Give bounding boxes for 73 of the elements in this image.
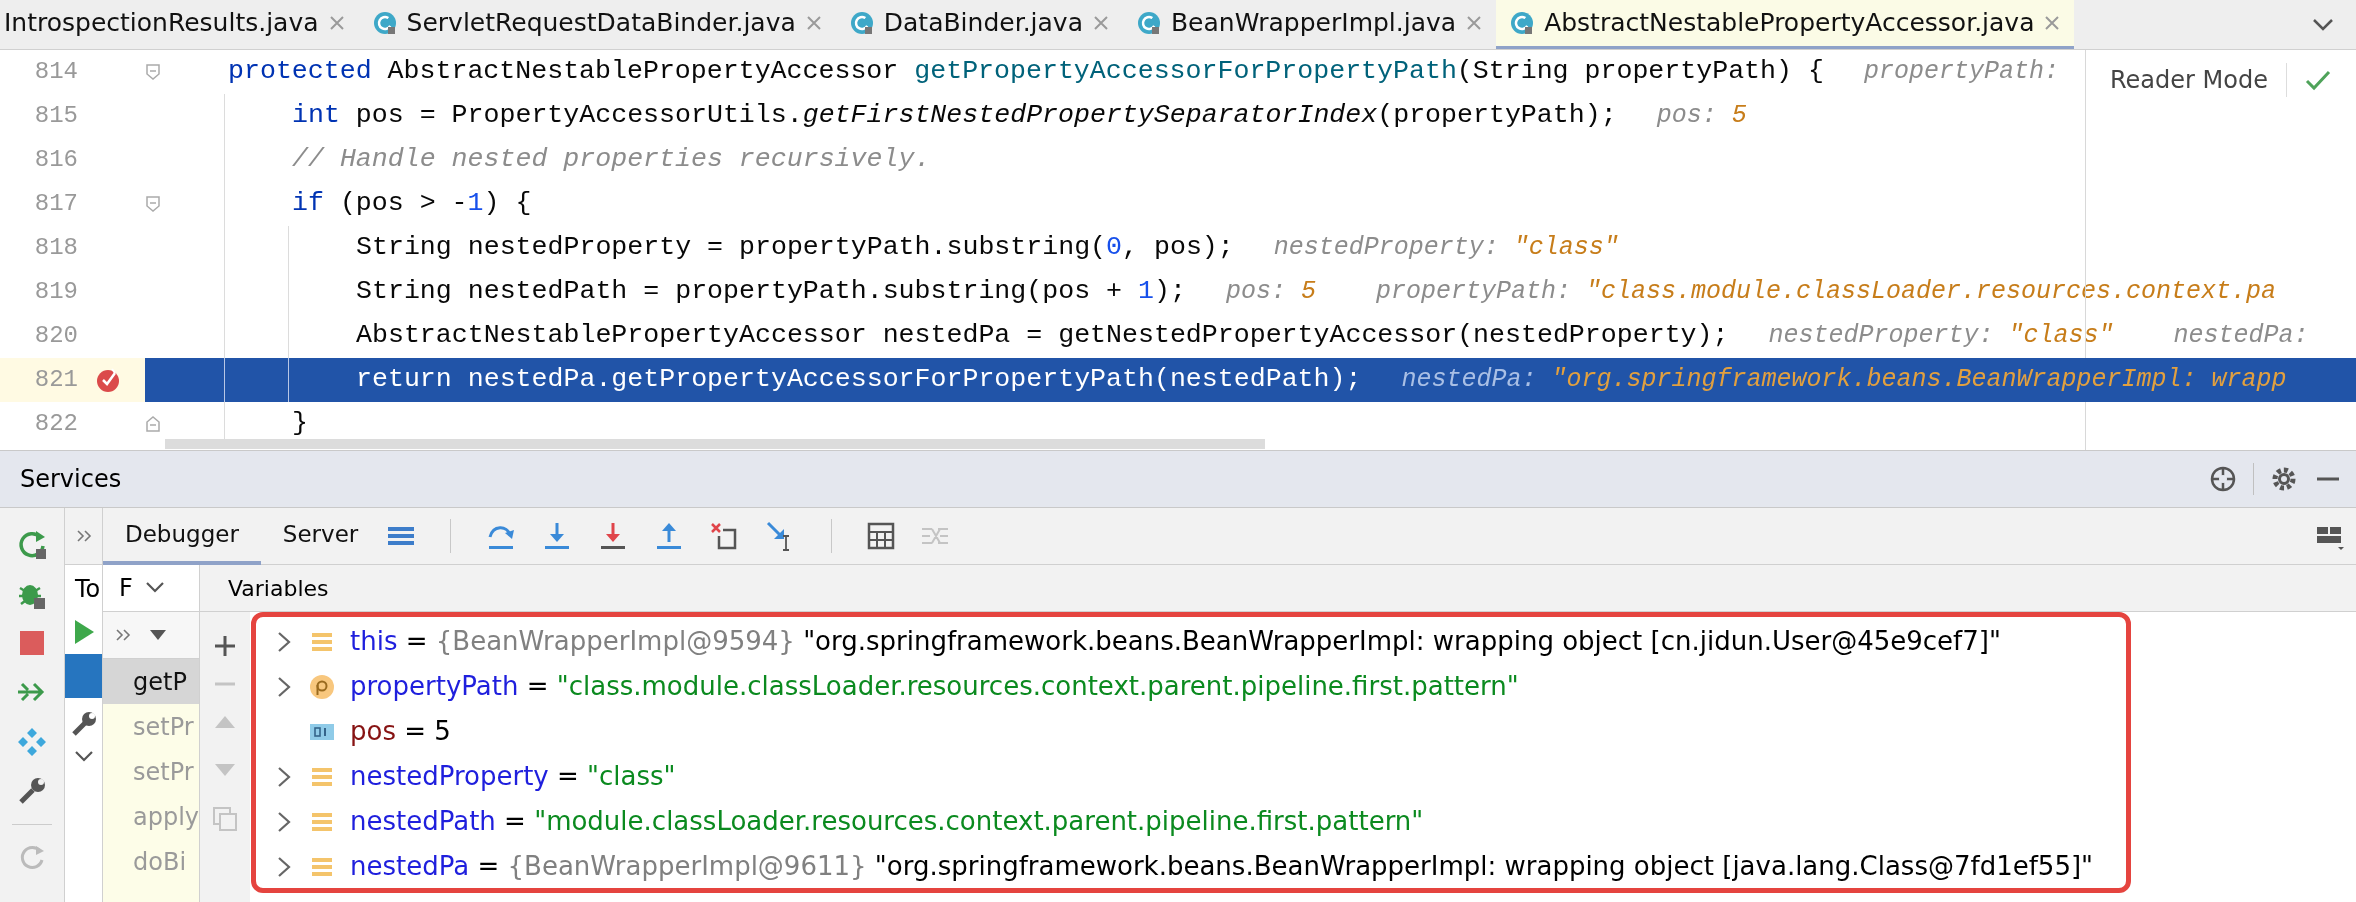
debugger-tab[interactable]: Server [260,507,381,565]
code-line: // Handle nested properties recursively. [292,143,931,177]
file-tab[interactable]: ServletRequestDataBinder.java [358,0,836,49]
reader-mode-button[interactable]: Reader Mode [2110,62,2268,98]
expand-icon[interactable] [277,855,291,878]
frame-item[interactable]: getP [103,659,199,704]
line-number: 817 [33,189,78,219]
variable-entry: nestedPa = {BeanWrapperImpl@9611} "org.springframework.beans.BeanWrapperImpl: wrapping object [java.lang.Class@7fd1ef55]" [350,850,2094,883]
variable-entry: pos = 5 [350,715,451,748]
variable-entry: nestedPath = "module.classLoader.resources.context.parent.pipeline.first.pattern" [350,805,1424,838]
inlay-hint: nestedPa: "org.springframework.beans.BeanWrapperImpl: wrapp [1401,364,2287,397]
code-line: } [292,407,308,441]
settings-icon[interactable] [2270,465,2298,493]
code-line: protected AbstractNestablePropertyAccessor getPropertyAccessorForPropertyPath(String propertyPath) { [228,55,1824,89]
panel-title: To [75,573,101,605]
double-chevron-icon[interactable] [75,529,92,543]
close-icon[interactable] [2044,15,2061,31]
rerun-icon[interactable] [16,528,48,560]
selection-highlight [65,654,102,698]
wrench-icon[interactable] [17,776,47,806]
panel-title: Services [20,464,122,495]
inlay-hint: pos: 5 [1225,276,1316,309]
line-number: 818 [33,233,78,263]
breakpoint-icon[interactable] [95,366,121,394]
expand-icon[interactable] [277,630,291,653]
remove-icon [213,682,237,686]
inlay-hint: nestedPa: [2173,320,2309,353]
variable-entry: propertyPath = "class.module.classLoader.resources.context.parent.pipeline.first.pattern" [350,670,1519,703]
file-tab[interactable]: AbstractNestablePropertyAccessor.java [1496,0,2075,49]
inlay-hint: propertyPath: "class.module.classLoader.resources.context.pa [1375,276,2277,309]
stop-icon[interactable] [17,628,47,658]
file-tab[interactable]: DataBinder.java [835,0,1123,49]
line-number: 820 [33,321,78,351]
expand-icon[interactable] [277,810,291,833]
fold-marker-icon[interactable] [145,64,161,80]
code-line: String nestedProperty = propertyPath.substring(0, pos); [356,231,1234,265]
expand-icon[interactable] [277,765,291,788]
fold-marker-icon[interactable] [145,196,161,212]
code-line: int pos = PropertyAccessorUtils.getFirstNestedPropertySeparatorIndex(propertyPath); [292,99,1617,133]
panel-title: Variables [228,574,329,603]
panel-title: F [119,573,133,604]
calculator-icon[interactable] [866,521,897,551]
file-tab[interactable]: IntrospectionResults.java [0,0,359,49]
parameter-icon [309,673,335,700]
file-tab[interactable]: BeanWrapperImpl.java [1122,0,1497,49]
code-line: AbstractNestablePropertyAccessor nestedPa = getNestedPropertyAccessor(nestedProperty); [356,319,1729,353]
add-icon[interactable] [213,634,237,658]
expand-icon[interactable] [277,675,291,698]
code-line: return nestedPa.getPropertyAccessorForPropertyPath(nestedPath); [356,363,1362,397]
variable-entry: nestedProperty = "class" [350,760,676,793]
caret-down-icon[interactable] [149,629,167,641]
line-number: 816 [33,145,78,175]
code-line: if (pos > -1) { [292,187,532,221]
inlay-hint: pos: 5 [1656,100,1747,133]
check-icon[interactable] [2304,69,2331,91]
chevron-down-icon[interactable] [144,581,165,595]
inlay-hint: propertyPath: [1863,56,2059,89]
line-number: 814 [33,57,78,87]
code-line: String nestedPath = propertyPath.substring(pos + 1); [356,275,1186,309]
chevron-down-icon[interactable] [73,750,94,764]
inlay-hint: nestedProperty: "class" [1273,232,1619,265]
line-number: 821 [33,365,78,395]
crosshair-icon[interactable] [2209,465,2237,493]
chevron-down-icon[interactable] [2312,17,2334,32]
line-number: 822 [33,409,78,439]
line-number: 819 [33,277,78,307]
inlay-hint: nestedProperty: "class" [1768,320,2114,353]
double-chevron-icon[interactable] [115,628,131,642]
line-number: 815 [33,101,78,131]
fold-marker-icon[interactable] [145,416,161,432]
variable-entry: this = {BeanWrapperImpl@9594} "org.springframework.beans.BeanWrapperImpl: wrapping object [cn.jidun.User@45e9cef7]" [350,625,2001,658]
copy-icon [212,806,238,832]
scrollbar-thumb[interactable] [165,439,1265,449]
